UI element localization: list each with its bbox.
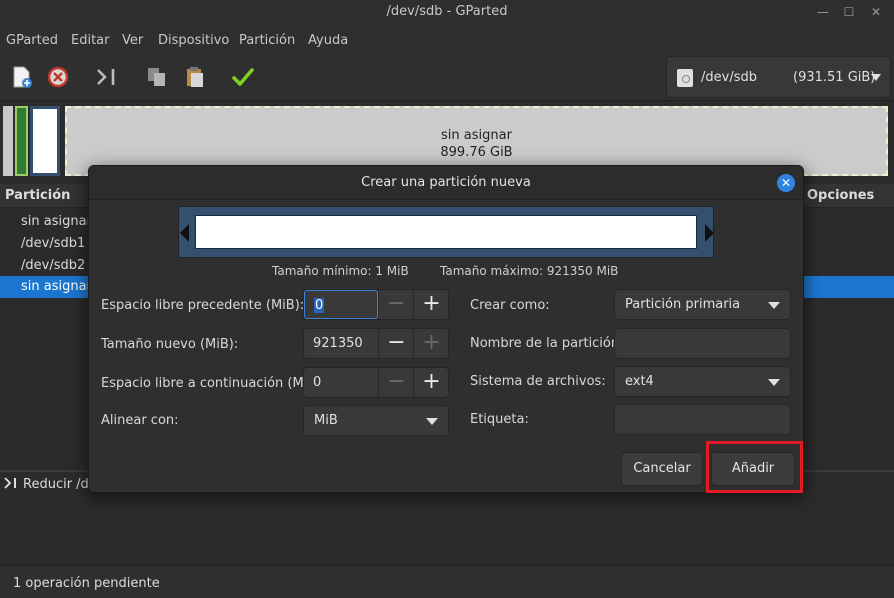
copy-icon[interactable]: [144, 64, 170, 90]
dialog-titlebar: Crear una partición nueva ✕: [89, 166, 803, 200]
menu-particion[interactable]: Partición: [239, 33, 295, 48]
partition-row-name: sin asignar: [21, 214, 92, 229]
plus-icon[interactable]: +: [413, 329, 449, 358]
free-after-label: Espacio libre a continuación (MiB):: [101, 376, 326, 391]
device-name: /dev/sdb: [701, 70, 757, 85]
filesystem-value: ext4: [625, 374, 654, 389]
create-as-select[interactable]: Partición primaria: [614, 289, 791, 320]
title-bar: /dev/sdb - GParted — ☐ ✕: [0, 0, 894, 26]
minus-icon[interactable]: −: [378, 329, 414, 358]
dialog-close-icon[interactable]: ✕: [777, 174, 795, 192]
align-value: MiB: [314, 413, 338, 428]
new-size-input[interactable]: 921350: [304, 329, 378, 358]
unallocated-label: sin asignar: [441, 128, 512, 143]
maximize-icon[interactable]: ☐: [839, 3, 859, 21]
max-size-text: Tamaño máximo: 921350 MiB: [440, 264, 619, 278]
column-opciones[interactable]: Opciones: [807, 188, 874, 203]
paste-icon[interactable]: [182, 64, 208, 90]
chevron-down-icon: [871, 74, 881, 81]
close-icon[interactable]: ✕: [866, 3, 886, 21]
cancel-button[interactable]: Cancelar: [621, 452, 703, 486]
disk-segment-sdb2[interactable]: [30, 106, 60, 176]
create-as-value: Partición primaria: [625, 297, 741, 312]
new-partition-icon[interactable]: [9, 64, 35, 90]
menu-ver[interactable]: Ver: [122, 33, 143, 48]
minus-icon[interactable]: −: [378, 368, 414, 397]
chevron-down-icon: [768, 379, 780, 386]
highlight-box: [706, 441, 803, 493]
device-selector[interactable]: /dev/sdb (931.51 GiB): [666, 56, 891, 98]
partition-row-name: /dev/sdb2: [21, 258, 86, 273]
status-bar: 1 operación pendiente: [0, 565, 894, 598]
column-particion[interactable]: Partición: [5, 188, 70, 203]
device-size: (931.51 GiB): [793, 70, 876, 85]
partition-row-name: /dev/sdb1: [21, 236, 86, 251]
free-before-spinner[interactable]: 0 − +: [303, 289, 449, 320]
create-as-label: Crear como:: [470, 298, 550, 313]
filesystem-label: Sistema de archivos:: [470, 374, 606, 389]
partition-name-label: Nombre de la partición:: [470, 336, 624, 351]
create-partition-dialog: Crear una partición nueva ✕ Tamaño mínim…: [88, 165, 804, 493]
align-select[interactable]: MiB: [303, 405, 449, 436]
fs-label-input[interactable]: [614, 404, 791, 435]
menu-bar: GParted Editar Ver Dispositivo Partición…: [0, 26, 894, 54]
min-size-text: Tamaño mínimo: 1 MiB: [272, 264, 409, 278]
apply-check-icon[interactable]: [230, 64, 256, 90]
fs-label-label: Etiqueta:: [470, 412, 529, 427]
resize-move-icon: [4, 477, 16, 489]
disk-segment[interactable]: [3, 106, 13, 176]
status-text: 1 operación pendiente: [13, 576, 160, 591]
plus-icon[interactable]: +: [413, 368, 449, 397]
partition-resizer[interactable]: [178, 206, 714, 258]
free-after-input[interactable]: 0: [304, 368, 378, 397]
menu-dispositivo[interactable]: Dispositivo: [158, 33, 229, 48]
chevron-down-icon: [768, 302, 780, 309]
resize-handle-left[interactable]: [180, 224, 189, 242]
minus-icon[interactable]: −: [378, 290, 414, 319]
dialog-title: Crear una partición nueva: [361, 175, 531, 190]
plus-icon[interactable]: +: [413, 290, 449, 319]
delete-icon[interactable]: [45, 64, 71, 90]
align-label: Alinear con:: [101, 413, 179, 428]
minimize-icon[interactable]: —: [813, 3, 833, 21]
partition-row-name: sin asignar: [21, 279, 92, 294]
free-after-spinner[interactable]: 0 − +: [303, 367, 449, 398]
resize-move-icon[interactable]: [94, 64, 120, 90]
resize-handle-right[interactable]: [705, 224, 714, 242]
new-size-spinner[interactable]: 921350 − +: [303, 328, 449, 359]
window-title: /dev/sdb - GParted: [386, 4, 508, 19]
free-before-input[interactable]: 0: [304, 290, 378, 319]
partition-resizer-bar[interactable]: [195, 215, 697, 249]
menu-editar[interactable]: Editar: [71, 33, 110, 48]
menu-gparted[interactable]: GParted: [6, 33, 58, 48]
chevron-down-icon: [426, 418, 438, 425]
partition-name-input[interactable]: [614, 328, 791, 359]
filesystem-select[interactable]: ext4: [614, 366, 791, 397]
new-size-label: Tamaño nuevo (MiB):: [101, 337, 239, 352]
disk-segment-sdb1[interactable]: [15, 106, 28, 176]
disk-icon: [677, 69, 693, 87]
free-before-label: Espacio libre precedente (MiB):: [101, 298, 305, 313]
menu-ayuda[interactable]: Ayuda: [308, 33, 348, 48]
unallocated-size: 899.76 GiB: [440, 145, 513, 160]
